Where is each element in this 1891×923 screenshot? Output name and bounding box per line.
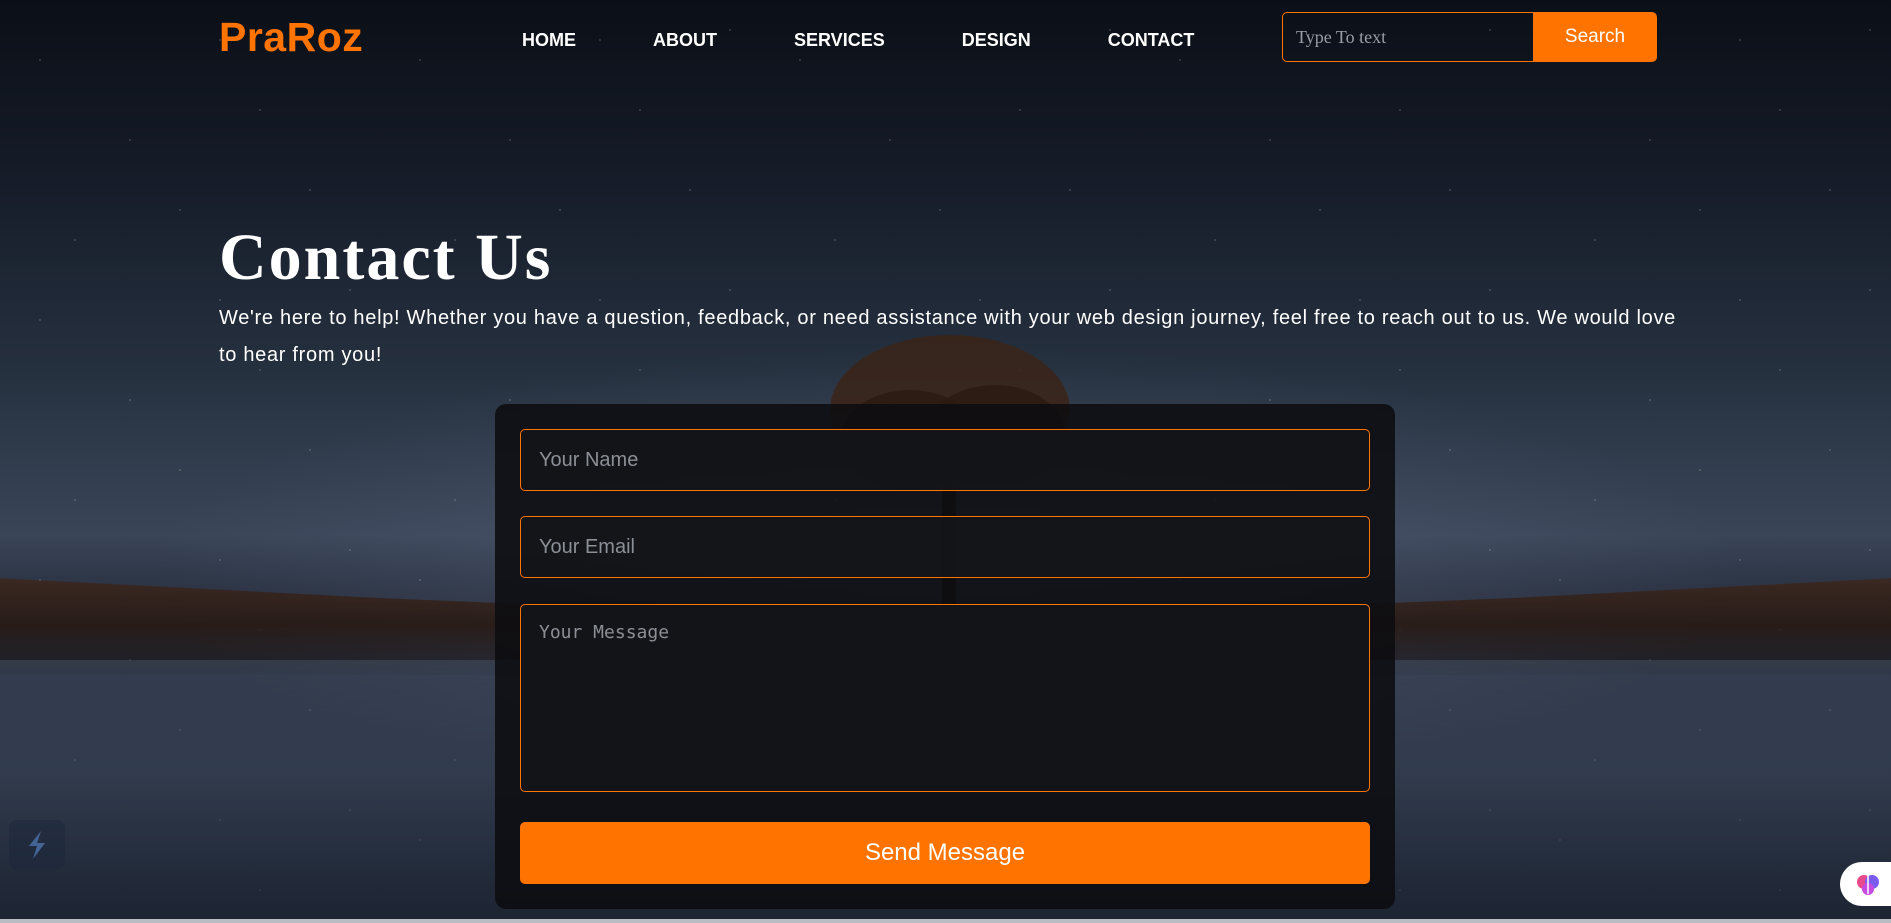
name-field[interactable]: [520, 429, 1370, 491]
nav-design-link[interactable]: DESIGN: [962, 30, 1031, 51]
brand-logo[interactable]: PraRoz: [219, 14, 363, 61]
send-message-button[interactable]: Send Message: [520, 822, 1370, 884]
message-field[interactable]: [520, 604, 1370, 792]
floating-widget-right[interactable]: [1840, 862, 1891, 906]
search-input[interactable]: [1282, 12, 1533, 62]
brain-icon: [1857, 875, 1879, 895]
nav-contact-link[interactable]: CONTACT: [1108, 30, 1195, 51]
search-button[interactable]: Search: [1533, 12, 1657, 62]
email-field[interactable]: [520, 516, 1370, 578]
search-bar: Search: [1282, 12, 1657, 62]
main-menu: HOME ABOUT SERVICES DESIGN CONTACT: [522, 30, 1194, 51]
top-navbar: PraRoz HOME ABOUT SERVICES DESIGN CONTAC…: [0, 0, 1891, 80]
lightning-icon: [29, 831, 45, 859]
nav-home-link[interactable]: HOME: [522, 30, 576, 51]
intro-text: We're here to help! Whether you have a q…: [219, 307, 1676, 366]
page-title: Contact Us: [219, 221, 553, 294]
nav-about-link[interactable]: ABOUT: [653, 30, 717, 51]
floating-widget-left[interactable]: [9, 820, 65, 870]
nav-services-link[interactable]: SERVICES: [794, 30, 885, 51]
window-bottom-edge: [0, 919, 1891, 923]
contact-form: Send Message: [495, 404, 1395, 909]
